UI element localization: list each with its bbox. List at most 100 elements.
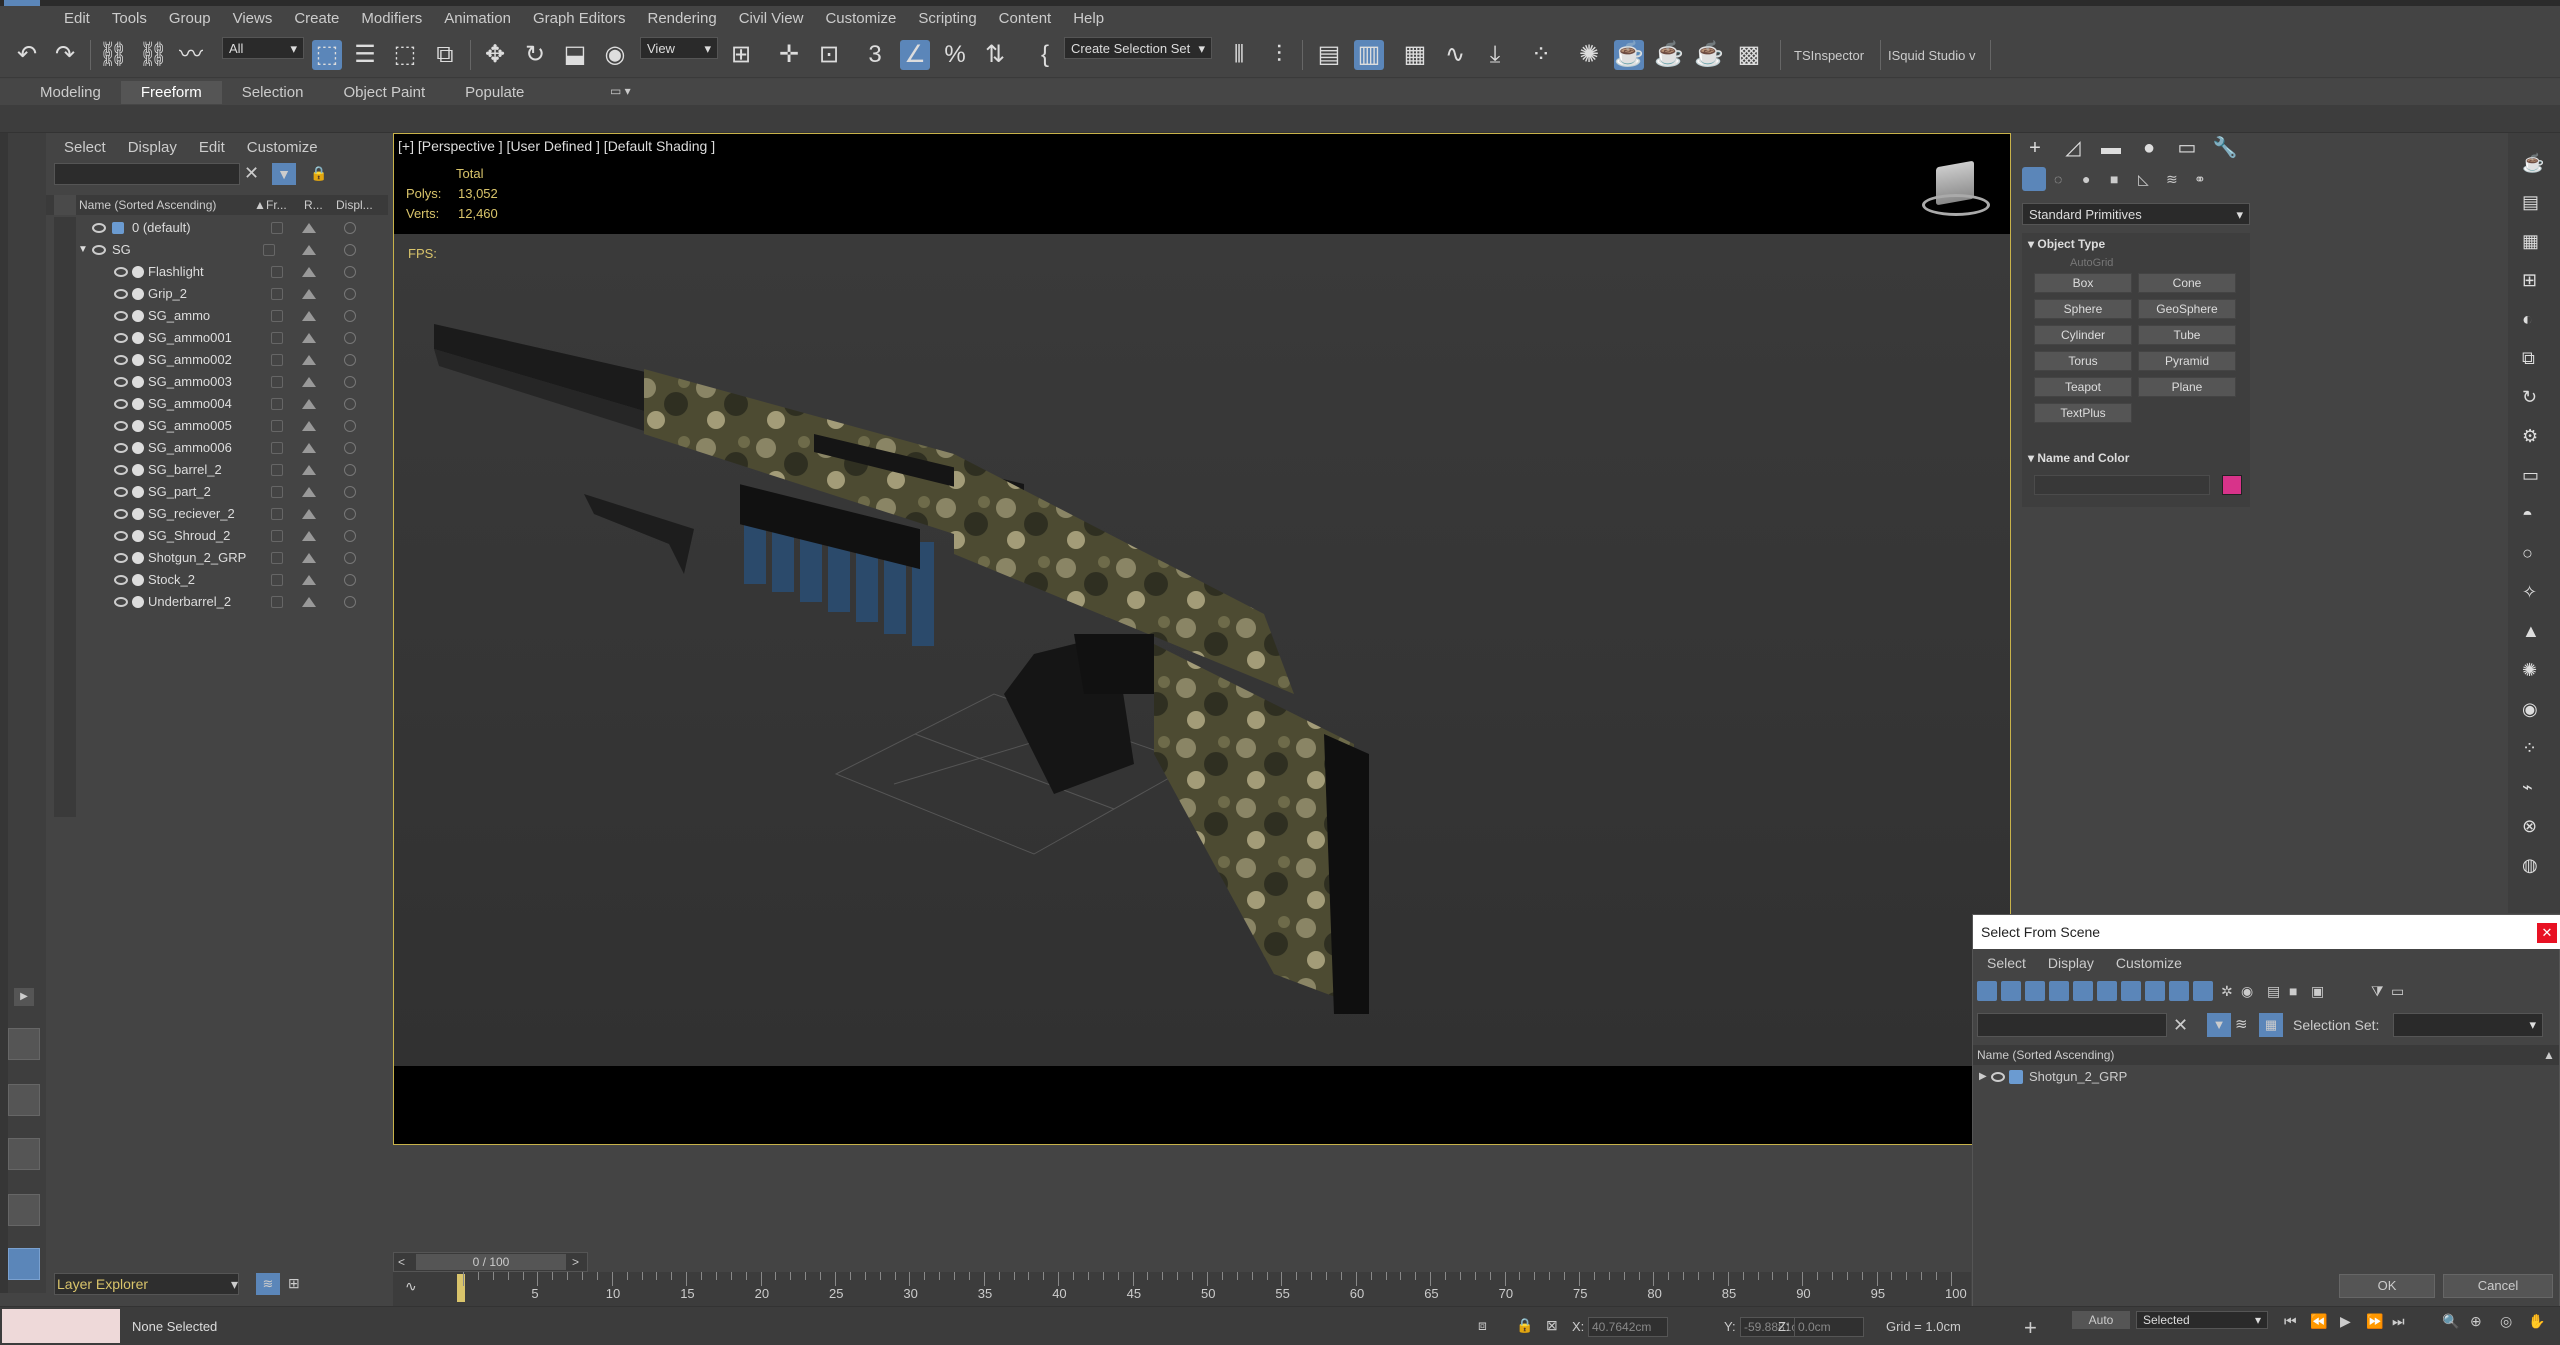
render-toggle-icon[interactable] bbox=[302, 509, 316, 519]
name-color-title[interactable]: ▾ Name and Color bbox=[2028, 451, 2129, 465]
render-toggle-icon[interactable] bbox=[302, 597, 316, 607]
freeze-toggle-icon[interactable] bbox=[271, 464, 283, 476]
dialog-filter-xrefs-icon[interactable] bbox=[2145, 981, 2165, 1001]
select-manipulate-icon[interactable]: ✛ bbox=[774, 40, 804, 70]
ribbon-tab-object-paint[interactable]: Object Paint bbox=[323, 81, 445, 104]
display-toggle-icon[interactable] bbox=[344, 376, 356, 388]
render-toggle-icon[interactable] bbox=[302, 421, 316, 431]
freeze-toggle-icon[interactable] bbox=[271, 354, 283, 366]
dialog-hierarchy-icon[interactable]: ▦ bbox=[2259, 1013, 2283, 1037]
dialog-settings-icon[interactable]: ▭ bbox=[2391, 983, 2404, 1000]
scene-row[interactable]: SG_barrel_2 bbox=[76, 459, 408, 481]
display-toggle-icon[interactable] bbox=[344, 508, 356, 520]
prim-button-textplus[interactable]: TextPlus bbox=[2034, 403, 2132, 423]
display-toggle-icon[interactable] bbox=[344, 552, 356, 564]
display-toggle-icon[interactable] bbox=[344, 420, 356, 432]
dialog-clear-icon[interactable]: ✕ bbox=[2173, 1015, 2188, 1036]
render-toggle-icon[interactable] bbox=[302, 267, 316, 277]
dialog-filter-shapes-icon[interactable] bbox=[2001, 981, 2021, 1001]
visibility-eye-icon[interactable] bbox=[114, 531, 128, 541]
explorer-menu-edit[interactable]: Edit bbox=[199, 139, 225, 156]
menu-item-edit[interactable]: Edit bbox=[64, 10, 90, 27]
track-bar[interactable]: ∿ 5 10 15 20 25 30 35 40 45 50 55 60 65 70 75 80 85 90 95 1… bbox=[393, 1272, 1971, 1306]
pivot-icon[interactable]: ⊞ bbox=[726, 40, 756, 70]
visibility-eye-icon[interactable] bbox=[114, 575, 128, 585]
prim-button-cone[interactable]: Cone bbox=[2138, 273, 2236, 293]
window-crossing-icon[interactable]: ⧉ bbox=[430, 40, 460, 70]
ref-coord-dropdown[interactable]: View ▾ bbox=[640, 37, 718, 59]
zoom-all-icon[interactable]: ⊕ bbox=[2470, 1313, 2482, 1330]
noise-icon[interactable]: ⁘ bbox=[2522, 738, 2537, 759]
visibility-eye-icon[interactable] bbox=[114, 487, 128, 497]
gear-icon[interactable]: ⚙ bbox=[2522, 426, 2538, 447]
menu-item-customize[interactable]: Customize bbox=[825, 10, 896, 27]
display-toggle-icon[interactable] bbox=[344, 266, 356, 278]
render-toggle-icon[interactable] bbox=[302, 575, 316, 585]
display-toggle-icon[interactable] bbox=[344, 288, 356, 300]
visibility-eye-icon[interactable] bbox=[114, 333, 128, 343]
cameras-icon[interactable]: ■ bbox=[2110, 171, 2118, 187]
render-toggle-icon[interactable] bbox=[302, 399, 316, 409]
display-toggle-icon[interactable] bbox=[344, 596, 356, 608]
render-toggle-icon[interactable] bbox=[302, 487, 316, 497]
dialog-layers-icon[interactable]: ≋ bbox=[2235, 1015, 2248, 1033]
render-toggle-icon[interactable] bbox=[302, 289, 316, 299]
menu-item-civil-view[interactable]: Civil View bbox=[739, 10, 804, 27]
link-icon[interactable]: ⛓ bbox=[98, 40, 128, 70]
snaps-toggle-icon[interactable]: 3 bbox=[860, 40, 890, 70]
scene-row[interactable]: SG_ammo bbox=[76, 305, 408, 327]
dialog-filter-spacewarps-icon[interactable] bbox=[2097, 981, 2117, 1001]
scene-row[interactable]: SG_reciever_2 bbox=[76, 503, 408, 525]
menu-item-content[interactable]: Content bbox=[999, 10, 1052, 27]
prim-button-geosphere[interactable]: GeoSphere bbox=[2138, 299, 2236, 319]
render-toggle-icon[interactable] bbox=[302, 311, 316, 321]
selection-lock-icon[interactable]: 🔒 bbox=[1516, 1317, 1533, 1334]
freeze-toggle-icon[interactable] bbox=[271, 222, 283, 234]
filter-icon[interactable]: ▼ bbox=[272, 163, 296, 185]
selection-filter-dropdown[interactable]: All ▾ bbox=[222, 37, 304, 59]
spacewarps-icon[interactable]: ≋ bbox=[2166, 171, 2178, 188]
dialog-invert-icon[interactable]: ▣ bbox=[2311, 983, 2324, 1000]
redo-icon[interactable]: ↷ bbox=[50, 40, 80, 70]
disc-icon[interactable]: ◉ bbox=[2522, 699, 2538, 720]
expand-icon[interactable]: ▶ bbox=[14, 988, 34, 1006]
sheet-icon[interactable]: ▤ bbox=[2522, 192, 2539, 213]
dialog-ok-button[interactable]: OK bbox=[2339, 1274, 2435, 1298]
ribbon-tab-freeform[interactable]: Freeform bbox=[120, 81, 222, 104]
display-toggle-icon[interactable] bbox=[344, 310, 356, 322]
prim-button-sphere[interactable]: Sphere bbox=[2034, 299, 2132, 319]
utilities-tab-icon[interactable]: 🔧 bbox=[2210, 133, 2240, 163]
spinner-snap-icon[interactable]: ⇅ bbox=[980, 40, 1010, 70]
menu-item-graph-editors[interactable]: Graph Editors bbox=[533, 10, 626, 27]
bind-spacewarp-icon[interactable]: 〰 bbox=[176, 40, 206, 70]
frame-indicator[interactable]: 0 / 100 bbox=[416, 1254, 566, 1270]
scene-row[interactable]: SG_ammo002 bbox=[76, 349, 408, 371]
add-time-tag-icon[interactable]: + bbox=[2024, 1315, 2037, 1341]
x-coord-field[interactable]: 40.7642cm bbox=[1588, 1317, 1668, 1337]
freeze-toggle-icon[interactable] bbox=[271, 596, 283, 608]
display-toggle-icon[interactable] bbox=[344, 354, 356, 366]
freeze-toggle-icon[interactable] bbox=[271, 310, 283, 322]
play-icon[interactable]: ▶ bbox=[2340, 1313, 2351, 1330]
visibility-eye-icon[interactable] bbox=[114, 421, 128, 431]
prim-button-tube[interactable]: Tube bbox=[2138, 325, 2236, 345]
dialog-close-icon[interactable]: ✕ bbox=[2537, 923, 2557, 943]
freeze-toggle-icon[interactable] bbox=[271, 266, 283, 278]
layer-explorer-dropdown[interactable]: Layer Explorer ▾ bbox=[54, 1273, 239, 1295]
visibility-eye-icon[interactable] bbox=[114, 553, 128, 563]
display-toggle-icon[interactable] bbox=[344, 574, 356, 586]
orbit-icon[interactable]: ◎ bbox=[2500, 1313, 2512, 1330]
quad-tool-1[interactable] bbox=[8, 1028, 40, 1060]
sun-icon[interactable]: ✺ bbox=[2522, 660, 2537, 681]
render-setup-icon[interactable]: ✺ bbox=[1574, 40, 1604, 70]
visibility-eye-icon[interactable] bbox=[114, 597, 128, 607]
align-icon[interactable]: ⫶ bbox=[1264, 40, 1294, 70]
scene-row[interactable]: Grip_2 bbox=[76, 283, 408, 305]
freeze-toggle-icon[interactable] bbox=[271, 442, 283, 454]
dialog-menu-select[interactable]: Select bbox=[1987, 955, 2026, 971]
menu-item-views[interactable]: Views bbox=[233, 10, 273, 27]
explorer-menu-display[interactable]: Display bbox=[128, 139, 177, 156]
visibility-eye-icon[interactable] bbox=[92, 245, 106, 255]
display-toggle-icon[interactable] bbox=[344, 222, 356, 234]
modify-tab-icon[interactable]: ◿ bbox=[2058, 133, 2088, 163]
